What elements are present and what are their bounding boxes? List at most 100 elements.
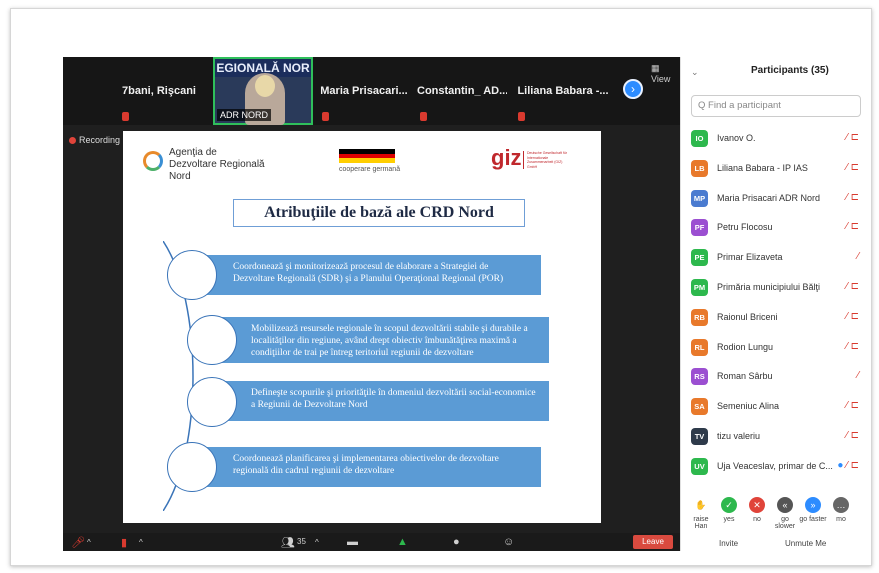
mic-off-icon[interactable]: ⁄ ⊏ bbox=[846, 430, 859, 441]
panel-title: Participants (35) bbox=[751, 65, 829, 76]
reaction-no[interactable]: ✕ no bbox=[743, 497, 771, 523]
recording-indicator: Recording bbox=[69, 135, 120, 145]
participant-row[interactable]: PF Petru Flocosu ⁄ ⊏ bbox=[691, 214, 861, 244]
reaction-label: no bbox=[753, 516, 761, 523]
reaction-yes[interactable]: ✓ yes bbox=[715, 497, 743, 523]
mic-off-icon[interactable]: ⁄ ⊏ bbox=[846, 192, 859, 203]
unmute-me-button[interactable]: Unmute Me bbox=[785, 539, 826, 548]
reaction-label: mo bbox=[836, 516, 846, 523]
participant-name: Primar Elizaveta bbox=[717, 252, 783, 263]
yes-icon: ✓ bbox=[721, 497, 737, 513]
mic-off-icon[interactable]: ● ⁄ ⊏ bbox=[837, 460, 859, 471]
participant-strip: 7bani, Rişcani EGIONALĂ NOR ADR NORD Mar… bbox=[63, 57, 680, 125]
reaction-label: raise Han bbox=[693, 516, 709, 530]
mic-off-icon[interactable]: ⁄ ⊏ bbox=[846, 221, 859, 232]
flag-icon bbox=[339, 149, 395, 163]
no-icon: ✕ bbox=[749, 497, 765, 513]
slide-item: Coordonează planificarea şi implementare… bbox=[203, 447, 541, 487]
mic-off-icon[interactable]: 🎤︎ bbox=[71, 536, 85, 549]
participant-row[interactable]: MP Maria Prisacari ADR Nord ⁄ ⊏ bbox=[691, 185, 861, 215]
avatar: IO bbox=[691, 130, 708, 147]
mic-off-icon bbox=[322, 112, 329, 121]
participant-name: Primăria municipiului Bălţi bbox=[717, 281, 821, 292]
slide-title: Atribuţiile de bază ale CRD Nord bbox=[233, 199, 525, 227]
reaction-go-faster[interactable]: » go faster bbox=[799, 497, 827, 523]
leave-button[interactable]: Leave bbox=[633, 535, 673, 549]
participant-row[interactable]: PM Primăria municipiului Bălţi ⁄ ⊏ bbox=[691, 274, 861, 304]
avatar: TV bbox=[691, 427, 708, 445]
mic-off-icon bbox=[420, 112, 427, 121]
participant-row[interactable]: PE Primar Elizaveta ⁄ bbox=[691, 244, 861, 274]
chevron-up-icon[interactable]: ^ bbox=[139, 538, 143, 547]
participant-tile-name: 7bani, Rişcani bbox=[122, 85, 196, 97]
chevron-right-icon[interactable]: › bbox=[623, 79, 643, 99]
active-video-tile[interactable]: EGIONALĂ NOR ADR NORD bbox=[213, 57, 313, 125]
chevron-up-icon[interactable]: ^ bbox=[315, 538, 319, 547]
avatar: PF bbox=[691, 219, 708, 237]
participant-row[interactable]: SA Semeniuc Alina ⁄ ⊏ bbox=[691, 393, 861, 423]
avatar: PE bbox=[691, 249, 708, 267]
reaction-go-slower[interactable]: « go slower bbox=[771, 497, 799, 530]
shared-slide: Agenţia de Dezvoltare Regională Nord coo… bbox=[123, 131, 601, 523]
participants-count: 35 bbox=[297, 537, 306, 546]
mic-off-icon[interactable]: ⁄ ⊏ bbox=[846, 341, 859, 352]
view-button[interactable]: ▦ View bbox=[651, 63, 680, 84]
mic-off-icon[interactable]: ⁄ bbox=[857, 251, 859, 262]
mic-off-icon[interactable]: ⁄ ⊏ bbox=[846, 281, 859, 292]
participant-name: Ivanov O. bbox=[717, 133, 756, 143]
raise-hand-icon: ✋ bbox=[695, 500, 707, 510]
reaction-raise-hand[interactable]: ✋ raise Han bbox=[687, 497, 715, 530]
chat-icon[interactable]: ▬ bbox=[347, 536, 358, 548]
more-icon: … bbox=[833, 497, 849, 513]
participant-row[interactable]: RS Roman Sârbu ⁄ bbox=[691, 363, 861, 393]
mic-off-icon[interactable]: ⁄ ⊏ bbox=[846, 162, 859, 173]
bullet-circle bbox=[187, 315, 237, 365]
participant-tile-name: Liliana Babara -... bbox=[517, 85, 609, 97]
speaker-head bbox=[255, 75, 275, 97]
participant-row[interactable]: TV tizu valeriu ⁄ ⊏ bbox=[691, 423, 861, 453]
mic-off-icon[interactable]: ⁄ bbox=[857, 370, 859, 381]
agency-name-line: Nord bbox=[169, 171, 191, 182]
agency-name-line: Dezvoltare Regională bbox=[169, 159, 265, 170]
mic-off-icon[interactable]: ⁄ ⊏ bbox=[846, 400, 859, 411]
participant-row[interactable]: IO Ivanov O. ⁄ ⊏ bbox=[691, 125, 861, 155]
reaction-label: go slower bbox=[774, 516, 796, 530]
participant-row[interactable]: UV Uja Veaceslav, primar de C... ● ⁄ ⊏ bbox=[691, 453, 861, 483]
reaction-more[interactable]: … mo bbox=[827, 497, 855, 523]
invite-button[interactable]: Invite bbox=[719, 539, 738, 548]
giz-logo: giz bbox=[491, 145, 522, 170]
participant-row[interactable]: RL Rodion Lungu ⁄ ⊏ bbox=[691, 334, 861, 364]
participant-list: IO Ivanov O. ⁄ ⊏ LB Liliana Babara - IP IAS… bbox=[691, 125, 861, 483]
participant-tile[interactable]: Maria Prisacari... bbox=[319, 57, 409, 125]
chevron-down-icon[interactable]: ⌄ bbox=[691, 67, 699, 78]
bullet-circle bbox=[187, 377, 237, 427]
recording-dot-icon bbox=[69, 137, 76, 144]
slide-item: Coordonează şi monitorizează procesul de… bbox=[203, 255, 541, 295]
german-cooperation-logo: cooperare germană bbox=[333, 149, 403, 185]
participants-icon[interactable]: 👥︎ bbox=[281, 536, 295, 549]
participant-tile[interactable]: Liliana Babara -... bbox=[515, 57, 611, 125]
participant-tile[interactable]: 7bani, Rişcani bbox=[119, 57, 199, 125]
agency-logo-icon bbox=[143, 151, 163, 171]
reactions-icon[interactable]: ☺ bbox=[503, 536, 514, 548]
recording-label: Recording bbox=[79, 135, 121, 145]
bullet-circle bbox=[167, 250, 217, 300]
video-name-label: ADR NORD bbox=[217, 109, 272, 121]
avatar: SA bbox=[691, 398, 708, 416]
participant-row[interactable]: LB Liliana Babara - IP IAS ⁄ ⊏ bbox=[691, 155, 861, 185]
participant-name: Semeniuc Alina bbox=[717, 401, 780, 412]
video-off-icon[interactable]: ▮ bbox=[121, 536, 127, 549]
participants-panel: ⌄ Participants (35) Q Find a participant… bbox=[680, 57, 861, 551]
participant-row[interactable]: RB Raionul Briceni ⁄ ⊏ bbox=[691, 304, 861, 334]
share-screen-icon[interactable]: ▲ bbox=[397, 536, 408, 548]
search-input[interactable]: Q Find a participant bbox=[691, 95, 861, 117]
coop-text: cooperare germană bbox=[339, 166, 401, 173]
participant-tile-name: Constantin_ AD... bbox=[417, 85, 507, 97]
chevron-up-icon[interactable]: ^ bbox=[87, 538, 91, 547]
mic-off-icon[interactable]: ⁄ ⊏ bbox=[846, 132, 859, 143]
mic-off-icon[interactable]: ⁄ ⊏ bbox=[846, 311, 859, 322]
agency-name: Agenţia de Dezvoltare Regională Nord bbox=[169, 147, 265, 183]
participant-tile[interactable]: Constantin_ AD... bbox=[417, 57, 507, 125]
record-icon[interactable]: ● bbox=[453, 536, 460, 548]
view-label: View bbox=[651, 74, 671, 84]
